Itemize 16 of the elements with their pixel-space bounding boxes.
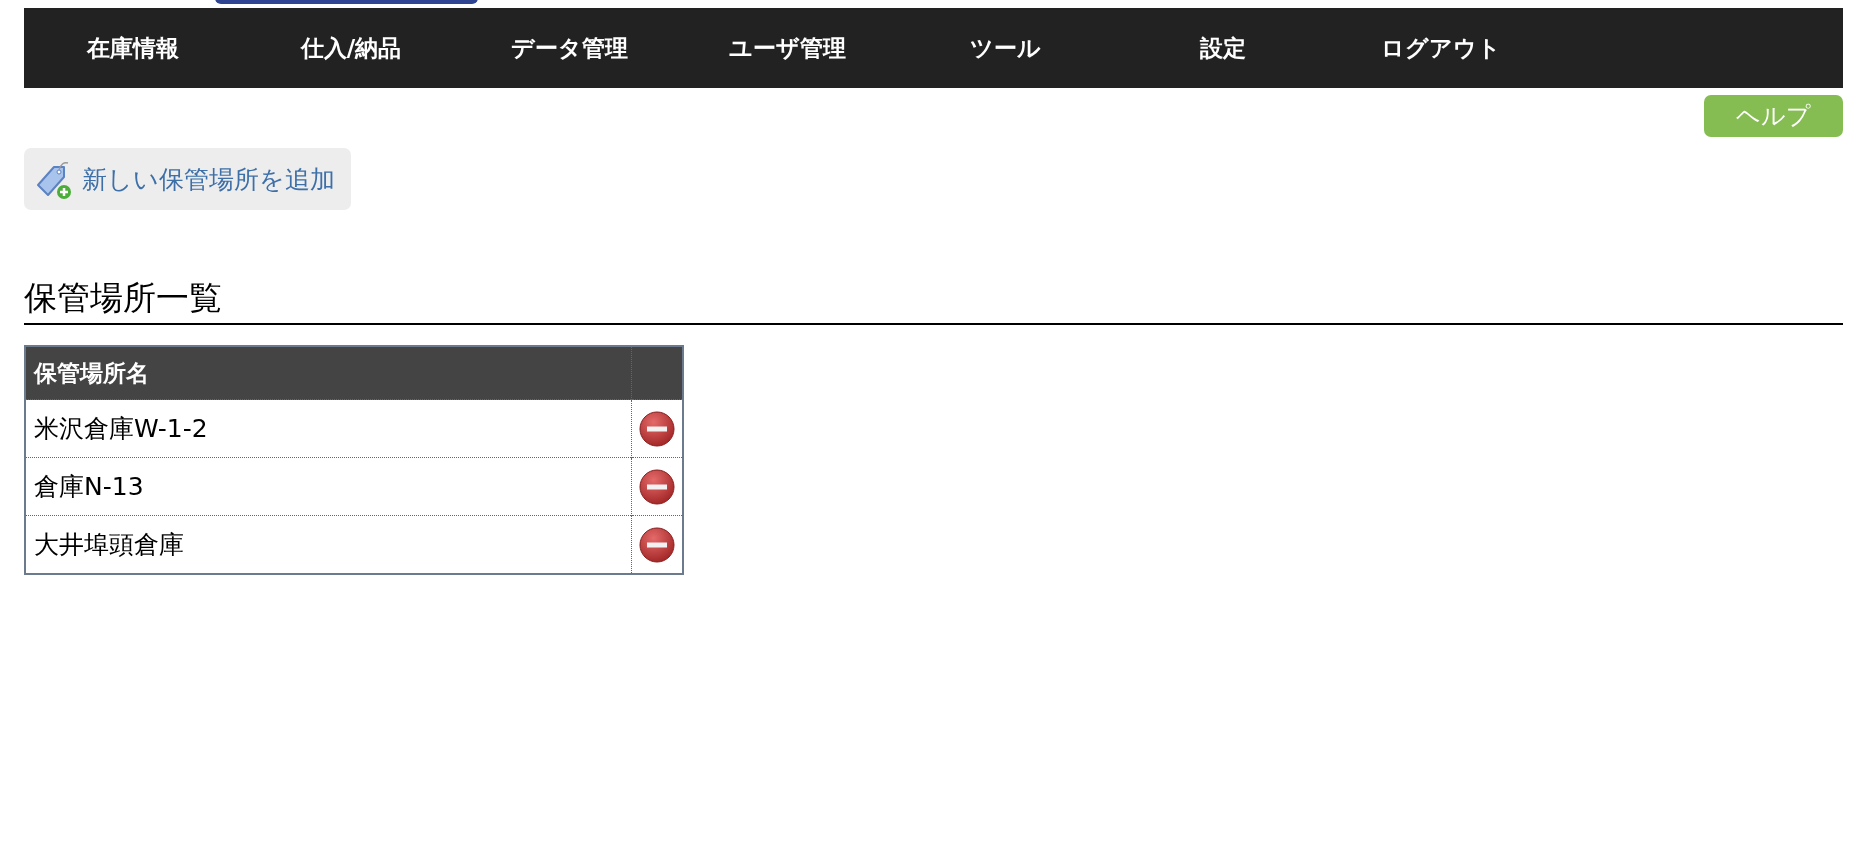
- nav-item[interactable]: 在庫情報: [24, 32, 242, 64]
- delete-icon[interactable]: [639, 526, 675, 563]
- delete-icon[interactable]: [639, 468, 675, 505]
- table-cell: 米沢倉庫W-1-2: [25, 399, 632, 458]
- section-title: 保管場所一覧: [24, 276, 1843, 325]
- delete-icon[interactable]: [639, 410, 675, 447]
- nav-item[interactable]: ログアウト: [1332, 32, 1550, 64]
- add-location-button[interactable]: 新しい保管場所を追加: [24, 148, 351, 210]
- table-cell: 大井埠頭倉庫: [25, 515, 632, 574]
- nav-item[interactable]: ユーザ管理: [678, 32, 896, 64]
- nav-item[interactable]: 仕入/納品: [242, 32, 460, 64]
- table-cell: 倉庫N-13: [25, 457, 632, 516]
- nav-item[interactable]: データ管理: [460, 32, 678, 64]
- column-header: 保管場所名: [25, 346, 632, 400]
- nav-item[interactable]: 設定: [1114, 32, 1332, 64]
- nav-item[interactable]: ツール: [896, 32, 1114, 64]
